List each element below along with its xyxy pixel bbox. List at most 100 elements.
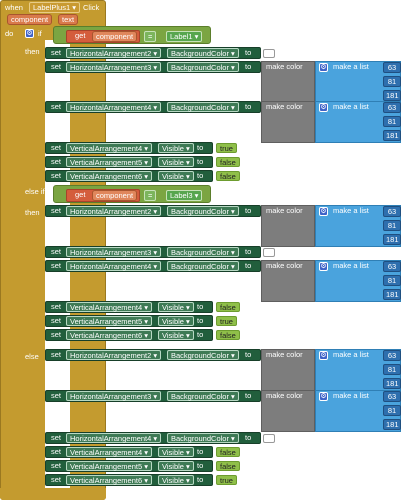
- boolean-value[interactable]: false: [216, 447, 240, 457]
- to-keyword: to: [245, 391, 252, 400]
- property-dropdown[interactable]: Visible ▾: [158, 171, 194, 181]
- number-value[interactable]: 63: [383, 261, 401, 272]
- number-value[interactable]: 81: [383, 405, 401, 416]
- get-var-2[interactable]: component: [92, 190, 138, 201]
- then-keyword-2: then: [25, 208, 40, 217]
- color-swatch[interactable]: [263, 434, 275, 443]
- component-dropdown[interactable]: HorizontalArrangement3 ▾: [66, 391, 162, 401]
- param-component[interactable]: component: [7, 14, 53, 25]
- component-dropdown[interactable]: VerticalArrangement4 ▾: [66, 447, 152, 457]
- property-dropdown[interactable]: BackgroundColor ▾: [167, 48, 239, 58]
- component-dropdown[interactable]: HorizontalArrangement2 ▾: [66, 350, 162, 360]
- component-dropdown[interactable]: HorizontalArrangement2 ▾: [66, 206, 162, 216]
- gear-icon[interactable]: ⚙: [319, 207, 328, 216]
- number-value[interactable]: 81: [383, 76, 401, 87]
- to-keyword: to: [197, 330, 204, 339]
- gear-icon[interactable]: ⚙: [319, 103, 328, 112]
- property-dropdown[interactable]: BackgroundColor ▾: [167, 247, 239, 257]
- number-value[interactable]: 181: [383, 130, 401, 141]
- to-keyword: to: [245, 261, 252, 270]
- property-dropdown[interactable]: BackgroundColor ▾: [167, 433, 239, 443]
- make-list-label: make a list: [333, 350, 369, 359]
- property-dropdown[interactable]: Visible ▾: [158, 475, 194, 485]
- component-dropdown[interactable]: VerticalArrangement4 ▾: [66, 143, 152, 153]
- label-component-2[interactable]: Label3 ▾: [166, 190, 203, 201]
- make-list-label: make a list: [333, 261, 369, 270]
- component-dropdown[interactable]: HorizontalArrangement3 ▾: [66, 62, 162, 72]
- component-dropdown[interactable]: VerticalArrangement5 ▾: [66, 157, 152, 167]
- make-color-label: make color: [266, 62, 303, 71]
- event-name: Click: [83, 3, 100, 12]
- component-dropdown[interactable]: VerticalArrangement5 ▾: [66, 461, 152, 471]
- component-dropdown[interactable]: HorizontalArrangement4 ▾: [66, 433, 162, 443]
- number-value[interactable]: 63: [383, 102, 401, 113]
- gear-icon[interactable]: ⚙: [319, 63, 328, 72]
- color-swatch[interactable]: [263, 49, 275, 58]
- number-value[interactable]: 81: [383, 220, 401, 231]
- number-value[interactable]: 63: [383, 62, 401, 73]
- gear-icon[interactable]: ⚙: [319, 351, 328, 360]
- color-swatch[interactable]: [263, 248, 275, 257]
- component-dropdown[interactable]: HorizontalArrangement3 ▾: [66, 247, 162, 257]
- number-value[interactable]: 181: [383, 289, 401, 300]
- component-dropdown[interactable]: VerticalArrangement6 ▾: [66, 475, 152, 485]
- property-dropdown[interactable]: Visible ▾: [158, 461, 194, 471]
- number-value[interactable]: 81: [383, 275, 401, 286]
- param-text[interactable]: text: [58, 14, 79, 25]
- event-footer: [0, 488, 106, 500]
- make-color-label: make color: [266, 102, 303, 111]
- property-dropdown[interactable]: Visible ▾: [158, 316, 194, 326]
- property-dropdown[interactable]: Visible ▾: [158, 330, 194, 340]
- number-value[interactable]: 63: [383, 391, 401, 402]
- compare-op-2[interactable]: =: [144, 190, 157, 201]
- to-keyword: to: [245, 102, 252, 111]
- gear-icon[interactable]: ⚙: [25, 29, 34, 38]
- number-value[interactable]: 181: [383, 419, 401, 430]
- component-dropdown[interactable]: VerticalArrangement5 ▾: [66, 316, 152, 326]
- number-value[interactable]: 181: [383, 234, 401, 245]
- get-var[interactable]: component: [92, 31, 138, 42]
- boolean-value[interactable]: false: [216, 302, 240, 312]
- label-component[interactable]: Label1 ▾: [166, 31, 203, 42]
- make-list-label: make a list: [333, 102, 369, 111]
- property-dropdown[interactable]: Visible ▾: [158, 302, 194, 312]
- boolean-value[interactable]: true: [216, 475, 237, 485]
- boolean-value[interactable]: false: [216, 461, 240, 471]
- component-dropdown[interactable]: HorizontalArrangement4 ▾: [66, 261, 162, 271]
- number-value[interactable]: 81: [383, 116, 401, 127]
- set-keyword: set: [51, 157, 62, 166]
- number-value[interactable]: 181: [383, 90, 401, 101]
- compare-op[interactable]: =: [144, 31, 157, 42]
- gear-icon[interactable]: ⚙: [319, 392, 328, 401]
- number-value[interactable]: 63: [383, 350, 401, 361]
- property-dropdown[interactable]: BackgroundColor ▾: [167, 391, 239, 401]
- property-dropdown[interactable]: Visible ▾: [158, 143, 194, 153]
- property-dropdown[interactable]: BackgroundColor ▾: [167, 261, 239, 271]
- component-dropdown[interactable]: HorizontalArrangement4 ▾: [66, 102, 162, 112]
- property-dropdown[interactable]: Visible ▾: [158, 157, 194, 167]
- gear-icon[interactable]: ⚙: [319, 262, 328, 271]
- property-dropdown[interactable]: BackgroundColor ▾: [167, 350, 239, 360]
- to-keyword: to: [197, 171, 204, 180]
- number-value[interactable]: 181: [383, 378, 401, 389]
- number-value[interactable]: 81: [383, 364, 401, 375]
- component-dropdown[interactable]: HorizontalArrangement2 ▾: [66, 48, 162, 58]
- property-dropdown[interactable]: BackgroundColor ▾: [167, 102, 239, 112]
- set-keyword: set: [51, 247, 62, 256]
- boolean-value[interactable]: false: [216, 157, 240, 167]
- set-keyword: set: [51, 433, 62, 442]
- component-dropdown[interactable]: LabelPlus1 ▾: [29, 2, 80, 13]
- get-keyword-2: get: [75, 190, 86, 199]
- boolean-value[interactable]: true: [216, 316, 237, 326]
- number-value[interactable]: 63: [383, 206, 401, 217]
- boolean-value[interactable]: false: [216, 171, 240, 181]
- property-dropdown[interactable]: Visible ▾: [158, 447, 194, 457]
- boolean-value[interactable]: true: [216, 143, 237, 153]
- component-dropdown[interactable]: VerticalArrangement6 ▾: [66, 330, 152, 340]
- component-dropdown[interactable]: VerticalArrangement6 ▾: [66, 171, 152, 181]
- component-dropdown[interactable]: VerticalArrangement4 ▾: [66, 302, 152, 312]
- boolean-value[interactable]: false: [216, 330, 240, 340]
- property-dropdown[interactable]: BackgroundColor ▾: [167, 62, 239, 72]
- property-dropdown[interactable]: BackgroundColor ▾: [167, 206, 239, 216]
- to-keyword: to: [197, 143, 204, 152]
